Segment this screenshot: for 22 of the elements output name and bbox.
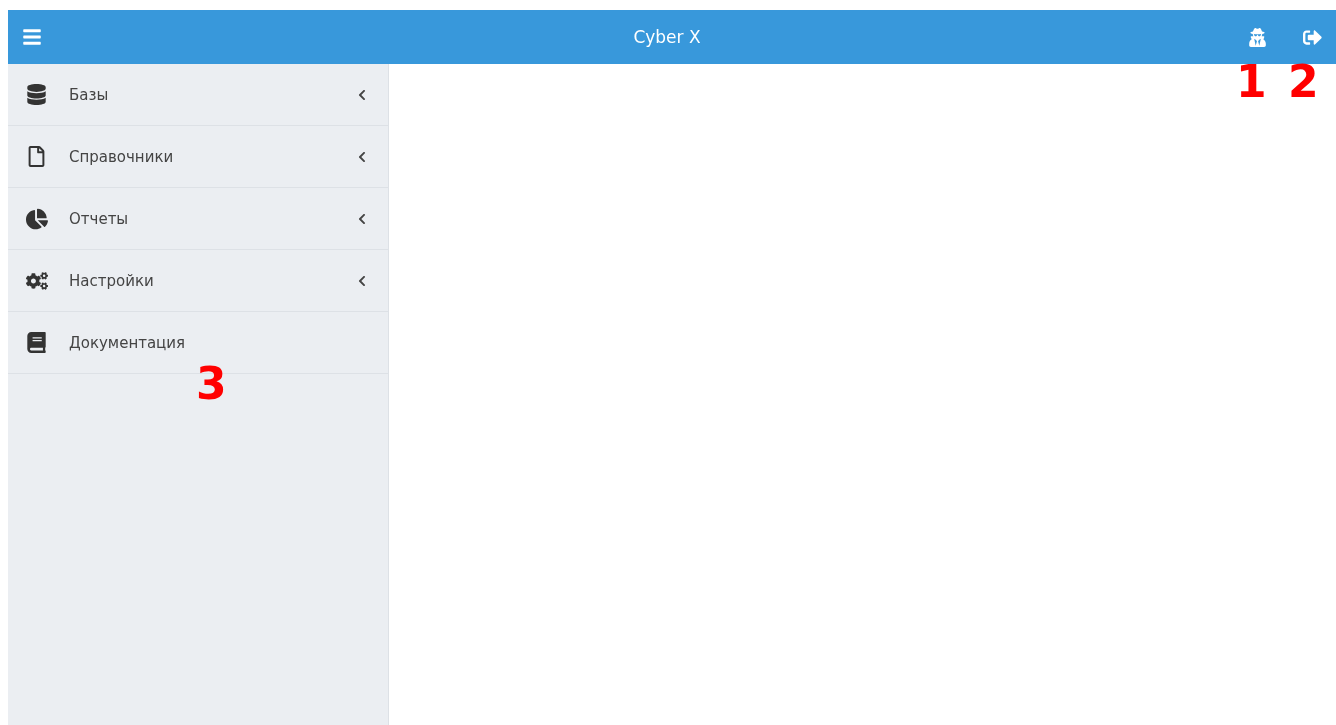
chevron-icon <box>356 150 368 163</box>
pie-chart-icon <box>26 207 48 230</box>
sidebar-item[interactable]: Базы <box>8 64 388 126</box>
chevron-icon <box>356 212 368 225</box>
file-icon <box>26 146 47 167</box>
sidebar-item[interactable]: Отчеты <box>8 188 388 250</box>
logout-icon <box>1303 27 1322 47</box>
logout-button[interactable] <box>1303 27 1322 47</box>
sidebar-item[interactable]: Настройки <box>8 250 388 312</box>
chevron-icon <box>356 88 368 101</box>
menu-icon <box>22 27 42 47</box>
annotation-number: 2 <box>1288 60 1319 104</box>
gears-icon <box>26 269 48 292</box>
app-title: Cyber X <box>632 27 702 47</box>
annotation-number: 1 <box>1236 60 1267 104</box>
book-icon <box>26 332 47 353</box>
menu-button[interactable] <box>22 27 42 47</box>
user-button[interactable] <box>1248 27 1267 47</box>
user-secret-icon <box>1248 27 1267 47</box>
sidebar-item[interactable]: Справочники <box>8 126 388 188</box>
database-icon <box>26 84 47 105</box>
chevron-icon <box>356 274 368 287</box>
